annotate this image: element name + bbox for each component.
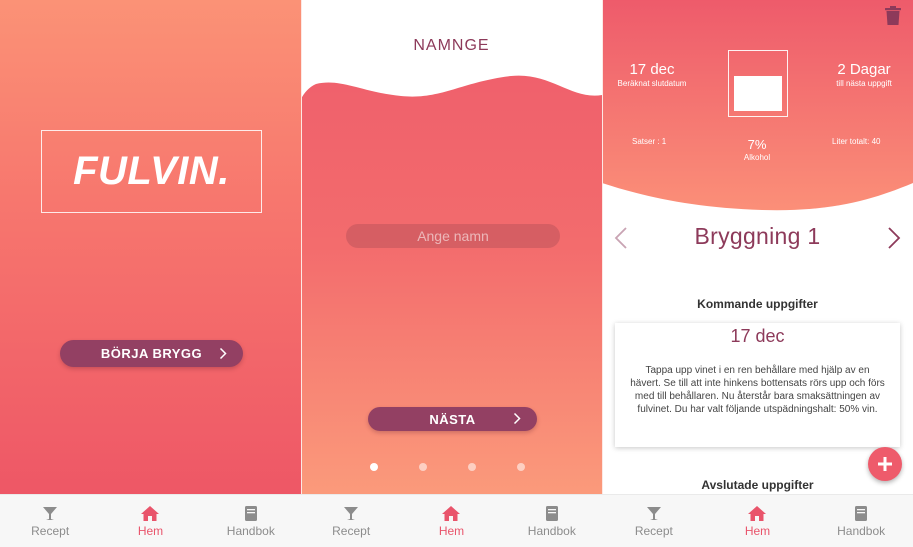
nav-label-handbok: Handbok [837,524,886,538]
funnel-glass-icon [40,504,60,522]
task-description: Tappa upp vinet i en ren behållare med h… [630,365,885,415]
start-brewing-label: BÖRJA BRYGG [100,346,203,361]
end-date-stat: 17 dec Beräknat slutdatum [604,61,700,88]
nav-item-hem[interactable]: Hem [717,504,797,538]
days-left-label: till nästa uppgift [836,79,892,88]
brew-overview-screen: 17 dec Beräknat slutdatum 2 Dagar till n… [602,0,913,547]
nav-label-hem: Hem [137,524,164,538]
app-logo: FULVIN. [73,149,230,193]
alcohol-value: 7% [747,137,767,152]
nav-item-recept[interactable]: Recept [10,504,90,538]
plus-icon [878,457,892,471]
screen-divider [301,0,302,494]
funnel-glass-icon [644,504,664,522]
bottom-navigation: Recept Hem Handbok [0,494,301,547]
page-dot-4[interactable] [517,463,525,471]
nav-label-hem: Hem [744,524,771,538]
nav-item-recept[interactable]: Recept [311,504,391,538]
name-screen: NAMNGE NÄSTA Recept Hem Hand [301,0,602,547]
nav-item-handbok[interactable]: Handbok [211,504,291,538]
logo-frame: FULVIN. [41,130,262,213]
upcoming-tasks-heading: Kommande uppgifter [697,297,818,311]
completed-tasks-heading: Avslutade uppgifter [701,478,814,492]
home-icon [747,504,767,522]
funnel-glass-icon [341,504,361,522]
alcohol-stat: 7% Alkohol [722,137,792,162]
book-icon [542,504,562,522]
page-title: NAMNGE [413,37,490,54]
bottom-navigation: Recept Hem Handbok [602,494,913,547]
home-icon [140,504,160,522]
brew-title: Bryggning 1 [694,223,821,249]
welcome-screen: FULVIN. BÖRJA BRYGG Recept Hem Handbok [0,0,301,547]
wine-level-indicator [728,50,788,117]
nav-label-recept: Recept [31,524,70,538]
days-left-value: 2 Dagar [837,61,891,78]
chevron-right-icon [513,412,521,425]
next-button[interactable]: NÄSTA [368,407,537,431]
nav-label-recept: Recept [332,524,371,538]
task-card[interactable]: 17 dec Tappa upp vinet i en ren behållar… [615,323,900,447]
book-icon [241,504,261,522]
add-button[interactable] [868,447,902,481]
nav-label-recept: Recept [634,524,673,538]
days-left-stat: 2 Dagar till nästa uppgift [814,61,913,88]
previous-brew-arrow-icon[interactable] [614,226,628,250]
start-brewing-button[interactable]: BÖRJA BRYGG [60,340,243,367]
screen-divider [602,0,603,494]
welcome-background [0,0,301,494]
nav-label-handbok: Handbok [226,524,275,538]
nav-item-hem[interactable]: Hem [411,504,491,538]
name-input[interactable] [346,224,560,248]
nav-item-handbok[interactable]: Handbok [821,504,901,538]
page-dot-3[interactable] [468,463,476,471]
end-date-label: Beräknat slutdatum [617,79,687,88]
nav-label-hem: Hem [438,524,465,538]
wine-level-fill [734,76,782,111]
book-icon [851,504,871,522]
chevron-right-icon [219,347,227,360]
home-icon [441,504,461,522]
trash-icon[interactable] [884,6,902,26]
batches-count: Satser : 1 [632,137,667,146]
next-brew-arrow-icon[interactable] [887,226,901,250]
page-dot-2[interactable] [419,463,427,471]
header-wave [301,0,602,99]
nav-item-handbok[interactable]: Handbok [512,504,592,538]
bottom-navigation: Recept Hem Handbok [301,494,602,547]
nav-item-hem[interactable]: Hem [110,504,190,538]
nav-item-recept[interactable]: Recept [614,504,694,538]
page-dot-1[interactable] [370,463,378,471]
end-date-value: 17 dec [629,61,675,78]
alcohol-label: Alkohol [743,153,771,162]
next-button-label: NÄSTA [429,411,476,427]
nav-label-handbok: Handbok [527,524,576,538]
task-date: 17 dec [730,326,785,346]
liters-total: Liter totalt: 40 [832,137,881,146]
